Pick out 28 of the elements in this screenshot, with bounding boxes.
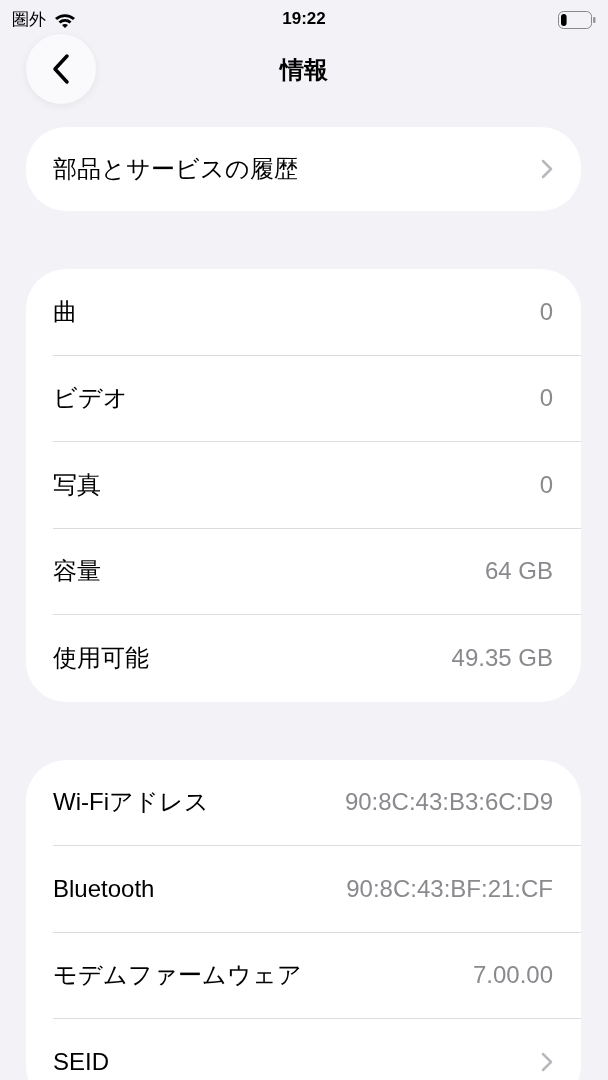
row-label: 写真 bbox=[53, 469, 102, 500]
row-label: Bluetooth bbox=[53, 873, 156, 904]
row-value: 0 bbox=[539, 383, 553, 414]
chevron-left-icon bbox=[51, 53, 71, 85]
row-value: 90:8C:43:B3:6C:D9 bbox=[344, 787, 553, 818]
settings-row[interactable]: 部品とサービスの履歴 bbox=[53, 127, 581, 211]
row-label: モデムファームウェア bbox=[53, 960, 303, 991]
row-label: ビデオ bbox=[53, 383, 129, 414]
page-title: 情報 bbox=[280, 56, 328, 83]
clock-text: 19:22 bbox=[282, 8, 326, 30]
row-value: 49.35 GB bbox=[451, 643, 553, 674]
carrier-text: 圏外 bbox=[12, 9, 46, 32]
row-label: 部品とサービスの履歴 bbox=[53, 154, 299, 184]
row-value: 0 bbox=[539, 296, 553, 327]
row-label: 曲 bbox=[53, 296, 78, 327]
battery-icon bbox=[558, 11, 596, 29]
row-label: Wi-Fiアドレス bbox=[53, 787, 210, 818]
wifi-icon bbox=[54, 11, 76, 29]
row-label: 容量 bbox=[53, 556, 102, 587]
chevron-right-icon bbox=[541, 159, 553, 179]
settings-row[interactable]: SEID bbox=[53, 1019, 581, 1080]
row-value: 90:8C:43:BF:21:CF bbox=[346, 873, 553, 904]
chevron-right-icon bbox=[541, 1052, 553, 1073]
row-label: 使用可能 bbox=[53, 643, 150, 674]
row-label: SEID bbox=[53, 1047, 110, 1078]
row-value: 0 bbox=[539, 469, 553, 500]
row-value: 7.00.00 bbox=[472, 960, 553, 991]
row-value: 64 GB bbox=[484, 556, 553, 587]
